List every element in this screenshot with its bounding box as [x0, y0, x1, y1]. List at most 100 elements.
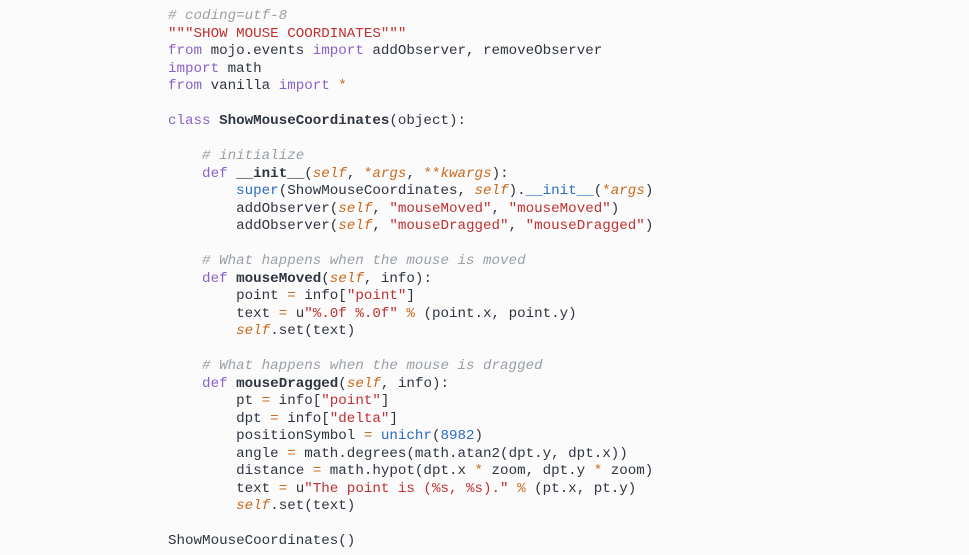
var: text [168, 481, 279, 497]
var: positionSymbol [168, 428, 364, 444]
rest: zoom) [602, 463, 653, 479]
self: self [338, 201, 372, 217]
u-prefix: u [287, 481, 304, 497]
string: "point" [347, 288, 407, 304]
call-showmousecoordinates: ShowMouseCoordinates() [168, 533, 355, 549]
paren: ) [475, 428, 484, 444]
comma: , [406, 166, 423, 182]
sp [372, 428, 381, 444]
keyword-from: from [168, 43, 202, 59]
keyword-import: import [279, 78, 330, 94]
class-name: ShowMouseCoordinates [219, 113, 389, 129]
keyword-import: import [168, 61, 219, 77]
keyword-def: def [168, 166, 236, 182]
self: self [236, 323, 270, 339]
args: args [611, 183, 645, 199]
call-unichr: unichr [381, 428, 432, 444]
paren: ) [645, 183, 654, 199]
paren: ( [594, 183, 603, 199]
comma: , [492, 201, 509, 217]
paren: ( [338, 376, 347, 392]
equals: = [313, 463, 322, 479]
indent [168, 323, 236, 339]
equals: = [270, 411, 279, 427]
rest: ] [406, 288, 415, 304]
var: dpt [168, 411, 270, 427]
equals: = [262, 393, 271, 409]
comma: , [347, 166, 364, 182]
string: "mouseDragged" [526, 218, 645, 234]
keyword-class: class [168, 113, 219, 129]
u-prefix: u [287, 306, 304, 322]
string: "mouseMoved" [509, 201, 611, 217]
equals: = [279, 306, 288, 322]
call-add-observer: addObserver( [168, 218, 338, 234]
indent [168, 183, 236, 199]
star: ** [423, 166, 440, 182]
kwargs: kwargs [441, 166, 492, 182]
rest: , info): [364, 271, 432, 287]
keyword-def: def [168, 376, 236, 392]
rest: ] [381, 393, 390, 409]
module: math [219, 61, 262, 77]
comment: # What happens when the mouse is dragged [168, 358, 543, 374]
comma: , [372, 201, 389, 217]
keyword-from: from [168, 78, 202, 94]
equals: = [279, 481, 288, 497]
code-block: # coding=utf-8 """SHOW MOUSE COORDINATES… [0, 0, 969, 551]
paren: (ShowMouseCoordinates, [279, 183, 475, 199]
comment: # coding=utf-8 [168, 8, 287, 24]
paren: ). [509, 183, 526, 199]
rest: math.degrees(math.atan2(dpt.y, dpt.x)) [296, 446, 628, 462]
indent [168, 498, 236, 514]
paren: ): [492, 166, 509, 182]
module: mojo.events [202, 43, 313, 59]
self: self [330, 271, 364, 287]
rest: .set(text) [270, 498, 355, 514]
rest: math.hypot(dpt.x [321, 463, 474, 479]
star: * [330, 78, 347, 94]
comment: # What happens when the mouse is moved [168, 253, 526, 269]
keyword-def: def [168, 271, 236, 287]
rest: zoom, dpt.y [483, 463, 594, 479]
self: self [338, 218, 372, 234]
paren: ) [611, 201, 620, 217]
method-mousemoved: mouseMoved [236, 271, 321, 287]
rest: info[ [296, 288, 347, 304]
percent: % [398, 306, 424, 322]
comma: , [509, 218, 526, 234]
call-init: __init__ [526, 183, 594, 199]
import-names: addObserver, removeObserver [364, 43, 602, 59]
args: args [372, 166, 406, 182]
paren: ( [304, 166, 313, 182]
self: self [347, 376, 381, 392]
keyword-import: import [313, 43, 364, 59]
string: "%.0f %.0f" [304, 306, 398, 322]
star: * [594, 463, 603, 479]
var: text [168, 306, 279, 322]
string: "mouseDragged" [389, 218, 508, 234]
paren: ) [645, 218, 654, 234]
equals: = [287, 446, 296, 462]
self: self [236, 498, 270, 514]
string: "point" [321, 393, 381, 409]
var: pt [168, 393, 262, 409]
call-add-observer: addObserver( [168, 201, 338, 217]
var: point [168, 288, 287, 304]
rest: .set(text) [270, 323, 355, 339]
rest: (point.x, point.y) [423, 306, 576, 322]
string: "delta" [330, 411, 390, 427]
method-init: __init__ [236, 166, 304, 182]
comment: # initialize [168, 148, 304, 164]
call-super: super [236, 183, 279, 199]
paren: ( [321, 271, 330, 287]
self: self [475, 183, 509, 199]
string: "The point is (%s, %s)." [304, 481, 508, 497]
var: distance [168, 463, 313, 479]
number: 8982 [440, 428, 474, 444]
rest: (pt.x, pt.y) [534, 481, 636, 497]
rest: , info): [381, 376, 449, 392]
module: vanilla [202, 78, 279, 94]
method-mousedragged: mouseDragged [236, 376, 338, 392]
rest: info[ [270, 393, 321, 409]
